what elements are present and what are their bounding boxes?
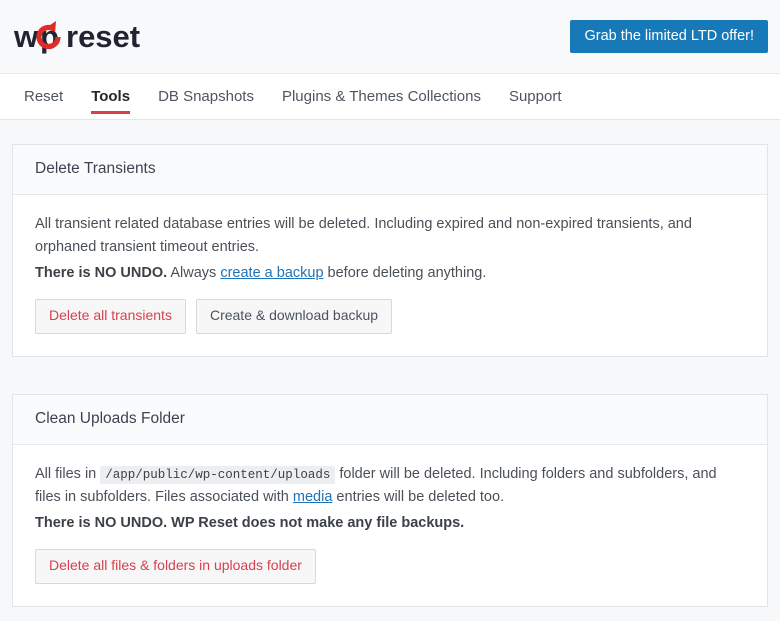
app-header: w p reset Grab the limited LTD offer! (0, 0, 780, 74)
delete-all-transients-button[interactable]: Delete all transients (35, 299, 186, 334)
tab-support-label: Support (508, 88, 562, 105)
tab-db-snapshots-label: DB Snapshots (158, 88, 254, 105)
no-undo-no-backups-warning: There is NO UNDO. WP Reset does not make… (35, 514, 465, 531)
clean-uploads-actions: Delete all files & folders in uploads fo… (35, 549, 745, 584)
tab-tools[interactable]: Tools (77, 74, 144, 119)
create-a-backup-link[interactable]: create a backup (220, 265, 323, 281)
tab-db-snapshots[interactable]: DB Snapshots (144, 74, 268, 119)
delete-transients-warning: There is NO UNDO. Always create a backup… (35, 262, 745, 285)
tab-plugins-themes-collections[interactable]: Plugins & Themes Collections (268, 74, 495, 119)
clean-uploads-prefix-text: All files in (35, 465, 101, 482)
clean-uploads-warning: There is NO UNDO. WP Reset does not make… (35, 512, 745, 535)
media-link[interactable]: media (293, 489, 333, 505)
warning-tail-text: before deleting anything. (323, 264, 487, 281)
no-undo-warning: There is NO UNDO. (35, 264, 168, 281)
create-download-backup-button[interactable]: Create & download backup (195, 299, 393, 334)
card-clean-uploads-folder-body: All files in /app/public/wp-content/uplo… (13, 445, 767, 606)
wp-reset-logo-icon: w p reset (14, 19, 140, 54)
grab-ltd-offer-button[interactable]: Grab the limited LTD offer! (570, 19, 768, 54)
tab-support[interactable]: Support (495, 74, 576, 119)
card-delete-transients-body: All transient related database entries w… (13, 195, 767, 356)
card-delete-transients: Delete Transients All transient related … (12, 144, 768, 357)
card-clean-uploads-folder: Clean Uploads Folder All files in /app/p… (12, 393, 768, 607)
delete-all-files-folders-button[interactable]: Delete all files & folders in uploads fo… (35, 549, 316, 584)
tab-reset[interactable]: Reset (10, 74, 77, 119)
delete-transients-description: All transient related database entries w… (35, 213, 745, 260)
wp-reset-logo[interactable]: w p reset (14, 15, 154, 59)
tab-reset-label: Reset (24, 88, 64, 105)
card-delete-transients-title: Delete Transients (13, 145, 767, 195)
tab-plugins-themes-collections-label: Plugins & Themes Collections (281, 88, 481, 105)
clean-uploads-description: All files in /app/public/wp-content/uplo… (35, 463, 745, 510)
delete-transients-actions: Delete all transients Create & download … (35, 299, 745, 334)
svg-text:reset: reset (66, 19, 140, 54)
card-clean-uploads-folder-title: Clean Uploads Folder (13, 394, 767, 445)
tab-tools-label: Tools (91, 88, 131, 105)
clean-uploads-tail-text: entries will be deleted too. (332, 489, 505, 506)
warning-mid-text: Always (167, 264, 221, 281)
main-navigation: Reset Tools DB Snapshots Plugins & Theme… (0, 74, 780, 120)
svg-text:w: w (14, 19, 39, 54)
uploads-folder-path: /app/public/wp-content/uploads (100, 465, 336, 484)
delete-transients-description-text: All transient related database entries w… (35, 216, 692, 256)
tools-content: Delete Transients All transient related … (0, 120, 780, 607)
